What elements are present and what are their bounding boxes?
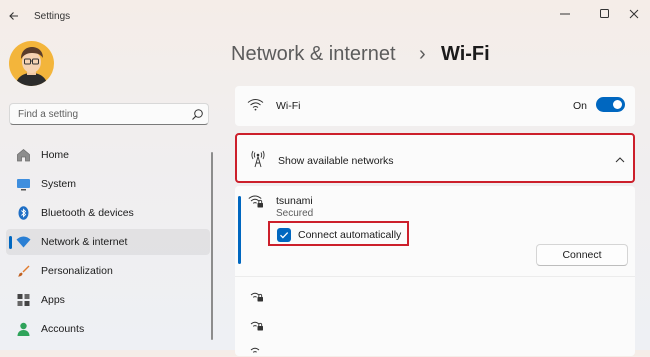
sidebar-item-label: Home bbox=[41, 149, 70, 161]
breadcrumb-separator: › bbox=[419, 43, 426, 65]
minimize-icon bbox=[560, 13, 570, 15]
search-icon[interactable] bbox=[191, 108, 204, 121]
wifi-secured-icon[interactable] bbox=[248, 317, 264, 331]
wifi-icon bbox=[247, 99, 264, 111]
close-button[interactable] bbox=[619, 4, 649, 24]
checkmark-icon bbox=[280, 232, 289, 239]
search-box[interactable] bbox=[9, 103, 209, 125]
home-icon bbox=[17, 148, 30, 162]
sidebar-item-label: Network & internet bbox=[41, 236, 128, 248]
maximize-icon bbox=[600, 9, 609, 18]
sidebar-item-bluetooth[interactable]: Bluetooth & devices bbox=[6, 200, 210, 226]
connect-automatically-checkbox[interactable] bbox=[277, 228, 291, 242]
sidebar-item-label: Personalization bbox=[41, 265, 113, 277]
connect-automatically-label: Connect automatically bbox=[298, 229, 402, 241]
networks-list: tsunami Secured Connect automatically Co… bbox=[235, 186, 635, 356]
sidebar-item-accounts[interactable]: Accounts bbox=[6, 316, 210, 342]
wifi-icon bbox=[16, 236, 31, 248]
page-title: Wi-Fi bbox=[441, 43, 490, 65]
back-button[interactable] bbox=[6, 8, 22, 24]
connect-button[interactable]: Connect bbox=[536, 244, 628, 266]
active-indicator bbox=[9, 236, 12, 249]
avatar[interactable] bbox=[9, 41, 54, 86]
minimize-button[interactable] bbox=[550, 4, 580, 24]
show-networks-label: Show available networks bbox=[278, 155, 394, 167]
sidebar-item-network[interactable]: Network & internet bbox=[6, 229, 210, 255]
back-arrow-icon bbox=[9, 12, 18, 20]
sidebar-item-label: Bluetooth & devices bbox=[41, 207, 134, 219]
wifi-toggle[interactable] bbox=[596, 97, 625, 112]
sidebar-item-label: System bbox=[41, 178, 77, 190]
wifi-setting-card: Wi-Fi On bbox=[235, 86, 635, 126]
wifi-secured-icon bbox=[248, 195, 263, 208]
chevron-up-icon[interactable] bbox=[614, 155, 626, 165]
wifi-label: Wi-Fi bbox=[276, 100, 301, 112]
wifi-secured-icon[interactable] bbox=[248, 288, 264, 302]
sidebar-item-apps[interactable]: Apps bbox=[6, 287, 210, 313]
maximize-button[interactable] bbox=[590, 4, 620, 24]
toggle-state-label: On bbox=[573, 100, 588, 112]
monitor-icon bbox=[17, 179, 30, 191]
sidebar-item-label: Apps bbox=[41, 294, 65, 306]
app-title: Settings bbox=[34, 11, 71, 22]
divider bbox=[235, 276, 635, 277]
user-avatar-image bbox=[15, 47, 48, 86]
antenna-icon bbox=[251, 150, 265, 168]
sidebar-scrollbar[interactable] bbox=[211, 152, 213, 340]
show-available-networks[interactable]: Show available networks bbox=[235, 133, 635, 183]
person-icon bbox=[17, 322, 30, 336]
sidebar-item-label: Accounts bbox=[41, 323, 85, 335]
close-icon bbox=[629, 9, 639, 19]
sidebar-item-home[interactable]: Home bbox=[6, 142, 210, 168]
search-input[interactable] bbox=[18, 107, 178, 121]
network-security-status: Secured bbox=[276, 208, 314, 219]
connect-automatically-option[interactable]: Connect automatically bbox=[268, 221, 409, 246]
sidebar-item-personalization[interactable]: Personalization bbox=[6, 258, 210, 284]
brush-icon bbox=[18, 265, 30, 277]
breadcrumb-parent[interactable]: Network & internet bbox=[231, 43, 396, 66]
bluetooth-icon bbox=[18, 206, 29, 220]
toggle-knob bbox=[613, 100, 622, 109]
title-bar: Settings bbox=[0, 0, 650, 30]
network-item-selected[interactable]: tsunami Secured Connect automatically Co… bbox=[235, 186, 635, 274]
network-name: tsunami bbox=[276, 195, 313, 207]
wifi-secured-icon[interactable] bbox=[248, 343, 264, 357]
sidebar-item-system[interactable]: System bbox=[6, 171, 210, 197]
apps-icon bbox=[17, 294, 30, 306]
